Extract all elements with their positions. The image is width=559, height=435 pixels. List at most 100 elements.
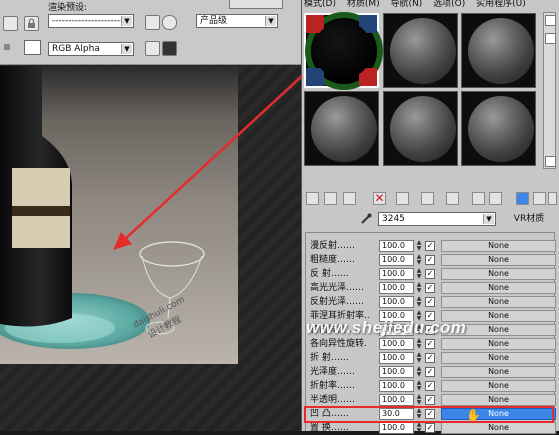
- map-row: 各向异性旋转. 100.0 ▲ ▼ ✓ None: [310, 337, 556, 351]
- scroll-down-button[interactable]: [545, 156, 556, 167]
- material-slot[interactable]: [383, 91, 458, 166]
- level-dropdown[interactable]: 产品级 ▼: [196, 14, 278, 28]
- map-slot-button[interactable]: None: [441, 352, 556, 364]
- map-label: 反射光泽……: [310, 297, 365, 307]
- render-setup-icon[interactable]: [145, 15, 160, 30]
- map-slot-button[interactable]: None: [441, 380, 556, 392]
- map-enable-checkbox[interactable]: ✓: [425, 255, 435, 265]
- eyedropper-icon[interactable]: [360, 213, 372, 225]
- map-label: 粗糙度……: [310, 255, 356, 265]
- map-enable-checkbox[interactable]: ✓: [425, 297, 435, 307]
- map-amount-field[interactable]: 100.0: [379, 366, 414, 378]
- menu-item-material[interactable]: 材质(M): [347, 0, 380, 9]
- map-amount-field[interactable]: 100.0: [379, 296, 414, 308]
- site-watermark: www.shejiedu.com: [306, 318, 467, 337]
- menu-item-options[interactable]: 选项(O): [433, 0, 465, 9]
- display-icon[interactable]: [162, 41, 177, 56]
- material-name-field[interactable]: 3245 ▼: [378, 212, 496, 226]
- map-amount-field[interactable]: 100.0: [379, 422, 414, 434]
- go-parent-icon[interactable]: [533, 192, 546, 205]
- unique-icon[interactable]: [421, 192, 434, 205]
- preset-dropdown[interactable]: ------------------------ ▼: [48, 14, 134, 28]
- show-result-icon[interactable]: [516, 192, 529, 205]
- show-map-icon[interactable]: [489, 192, 502, 205]
- amount-spinner[interactable]: ▲ ▼: [415, 282, 423, 294]
- sample-type-button[interactable]: [545, 33, 556, 44]
- map-amount-field[interactable]: 100.0: [379, 380, 414, 392]
- delete-icon[interactable]: ✕: [373, 192, 386, 205]
- amount-spinner[interactable]: ▲ ▼: [415, 268, 423, 280]
- material-slot[interactable]: [304, 91, 379, 166]
- slot-scrollbar[interactable]: [543, 12, 556, 169]
- map-slot-button[interactable]: None: [441, 240, 556, 252]
- map-enable-checkbox[interactable]: ✓: [425, 269, 435, 279]
- wine-glass: [139, 241, 205, 267]
- material-slot-active[interactable]: [304, 13, 379, 88]
- map-slot-button[interactable]: None: [441, 254, 556, 266]
- effects-channel-icon[interactable]: [472, 192, 485, 205]
- scroll-up-button[interactable]: [545, 15, 556, 26]
- map-enable-checkbox[interactable]: ✓: [425, 381, 435, 391]
- library-icon[interactable]: [446, 192, 459, 205]
- get-material-icon[interactable]: [306, 192, 319, 205]
- map-enable-checkbox[interactable]: ✓: [425, 423, 435, 433]
- render-icon[interactable]: [162, 15, 177, 30]
- material-slot[interactable]: [383, 13, 458, 88]
- map-enable-checkbox[interactable]: ✓: [425, 395, 435, 405]
- mono-channel-icon[interactable]: [145, 41, 160, 56]
- amount-spinner[interactable]: ▲ ▼: [415, 366, 423, 378]
- map-enable-checkbox[interactable]: ✓: [425, 353, 435, 363]
- map-slot-button[interactable]: None: [441, 366, 556, 378]
- map-amount-field[interactable]: 100.0: [379, 352, 414, 364]
- menu-item-utilities[interactable]: 实用程序(U): [476, 0, 526, 9]
- map-slot-button[interactable]: None: [441, 296, 556, 308]
- amount-spinner[interactable]: ▲ ▼: [415, 296, 423, 308]
- map-enable-checkbox[interactable]: ✓: [425, 339, 435, 349]
- color-swatch[interactable]: [24, 40, 41, 55]
- map-row: 漫反射…… 100.0 ▲ ▼ ✓ None: [310, 239, 556, 253]
- map-amount-field[interactable]: 100.0: [379, 268, 414, 280]
- map-amount-field[interactable]: 100.0: [379, 282, 414, 294]
- map-slot-button[interactable]: None: [441, 422, 556, 434]
- amount-spinner[interactable]: ▲ ▼: [415, 352, 423, 364]
- render-button[interactable]: [229, 0, 283, 9]
- map-amount-field[interactable]: 100.0: [379, 338, 414, 350]
- copy-material-icon[interactable]: [396, 192, 409, 205]
- map-enable-checkbox[interactable]: ✓: [425, 283, 435, 293]
- assign-material-icon[interactable]: [343, 192, 356, 205]
- map-enable-checkbox[interactable]: ✓: [425, 241, 435, 251]
- map-row: 光泽度…… 100.0 ▲ ▼ ✓ None: [310, 365, 556, 379]
- amount-spinner[interactable]: ▲ ▼: [415, 254, 423, 266]
- menu-item-mode[interactable]: 模式(D): [304, 0, 336, 9]
- map-row: 反 射…… 100.0 ▲ ▼ ✓ None: [310, 267, 556, 281]
- toolbar-button[interactable]: [3, 16, 18, 31]
- amount-spinner[interactable]: ▲ ▼: [415, 338, 423, 350]
- map-amount-field[interactable]: 100.0: [379, 254, 414, 266]
- amount-spinner[interactable]: ▲ ▼: [415, 240, 423, 252]
- highlight-box: [304, 406, 554, 423]
- map-slot-button[interactable]: None: [441, 268, 556, 280]
- amount-spinner[interactable]: ▲ ▼: [415, 394, 423, 406]
- map-label: 漫反射……: [310, 241, 356, 251]
- go-sibling-icon[interactable]: [548, 192, 557, 205]
- map-row: 反射光泽…… 100.0 ▲ ▼ ✓ None: [310, 295, 556, 309]
- map-slot-button[interactable]: None: [441, 394, 556, 406]
- toolbar-grip-icon: [4, 44, 10, 50]
- material-type-button[interactable]: VR材质: [505, 212, 553, 226]
- map-amount-field[interactable]: 100.0: [379, 240, 414, 252]
- material-slot[interactable]: [461, 91, 536, 166]
- channel-dropdown[interactable]: RGB Alpha ▼: [48, 42, 134, 56]
- map-slot-button[interactable]: None: [441, 282, 556, 294]
- amount-spinner[interactable]: ▲ ▼: [415, 380, 423, 392]
- map-amount-field[interactable]: 100.0: [379, 394, 414, 406]
- material-slot[interactable]: [461, 13, 536, 88]
- amount-spinner[interactable]: ▲ ▼: [415, 422, 423, 434]
- map-enable-checkbox[interactable]: ✓: [425, 367, 435, 377]
- lock-icon[interactable]: [24, 16, 39, 31]
- map-slot-button[interactable]: None: [441, 338, 556, 350]
- render-toolbar: 渲染预设: ------------------------ ▼ 产品级 ▼ RGB…: [0, 0, 301, 65]
- put-to-scene-icon[interactable]: [324, 192, 337, 205]
- map-row: 置 换…… 100.0 ▲ ▼ ✓ None: [310, 421, 556, 435]
- menu-item-navigation[interactable]: 导航(N): [391, 0, 423, 9]
- map-label: 高光光泽……: [310, 283, 365, 293]
